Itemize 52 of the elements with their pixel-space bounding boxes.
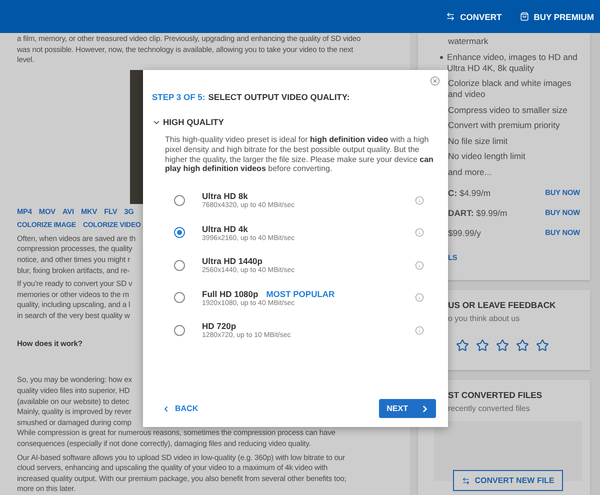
feature-text: Convert with premium priority (448, 120, 560, 131)
feature-text: watermark (448, 36, 488, 47)
popular-label: MOST POPULAR (266, 288, 335, 299)
feature-text: Compress video to smaller size (448, 104, 568, 116)
star-icon[interactable] (516, 339, 529, 352)
option-name: HD 720p (202, 321, 236, 332)
chevron-right-icon (420, 404, 430, 414)
radio-button[interactable] (174, 227, 185, 238)
arrows-icon (446, 12, 456, 21)
radio-button[interactable] (174, 292, 185, 304)
description-text: This high-quality video preset is ideal for high definition video with a high pixel density and high bitrate for the best possible output quality. But the higher the quality, the larger the file size. Please make sure your device can play high definition videos before converting. (165, 135, 434, 174)
info-icon[interactable] (415, 196, 424, 205)
option-name: Ultra HD 8k (202, 191, 248, 202)
next-button[interactable]: NEXT (378, 399, 436, 418)
card-title: US OR LEAVE FEEDBACK (448, 300, 557, 310)
radio-button[interactable] (174, 260, 185, 271)
card-subtitle: recently converted files (448, 404, 531, 413)
back-button[interactable]: BACK (162, 404, 198, 413)
feature-text: Colorize black and white images and video (448, 78, 572, 100)
option-name: Ultra HD 4k (202, 224, 248, 234)
card-title: ST CONVERTED FILES (448, 390, 544, 400)
option-name: Ultra HD 1440p (202, 256, 262, 266)
plan-price: $99.99/y (448, 228, 481, 238)
option-name: Full HD 1080p (202, 288, 258, 299)
card-subtitle: o you think about us (448, 314, 521, 323)
info-icon[interactable] (415, 293, 424, 302)
radio-button[interactable] (174, 194, 185, 206)
feature-text: Enhance video, images to HD and Ultra HD 4K, 8k quality (447, 52, 578, 74)
info-icon[interactable] (415, 228, 424, 238)
star-icon[interactable] (456, 339, 469, 352)
star-icon[interactable] (536, 339, 549, 352)
bag-icon (520, 12, 529, 21)
info-icon[interactable] (415, 326, 424, 335)
star-icon[interactable] (496, 339, 509, 352)
dialog-title: SELECT OUTPUT VIDEO QUALITY: (208, 92, 350, 102)
plan-price: C: $4.99/m (448, 188, 491, 198)
convert-new-file-button[interactable]: CONVERT NEW FILE (452, 470, 564, 491)
info-icon[interactable] (415, 260, 424, 270)
radio-button[interactable] (174, 324, 185, 336)
section-toggle[interactable]: HIGH QUALITY (152, 117, 436, 127)
header-link[interactable]: BUY PREMIUM (520, 12, 594, 22)
step-label: STEP 3 OF 5: (152, 92, 206, 102)
feature-text: No video length limit (448, 151, 526, 162)
chevron-left-icon (162, 404, 170, 412)
feature-text: No file size limit (448, 136, 508, 146)
star-icon[interactable] (476, 339, 489, 352)
close-button[interactable] (430, 76, 440, 86)
header-link[interactable]: CONVERT (446, 12, 502, 22)
bullet-icon (440, 56, 443, 58)
plan-price: DART: $9.99/m (448, 208, 508, 218)
arrows-icon (462, 476, 470, 484)
feature-text: and more... (448, 166, 492, 178)
